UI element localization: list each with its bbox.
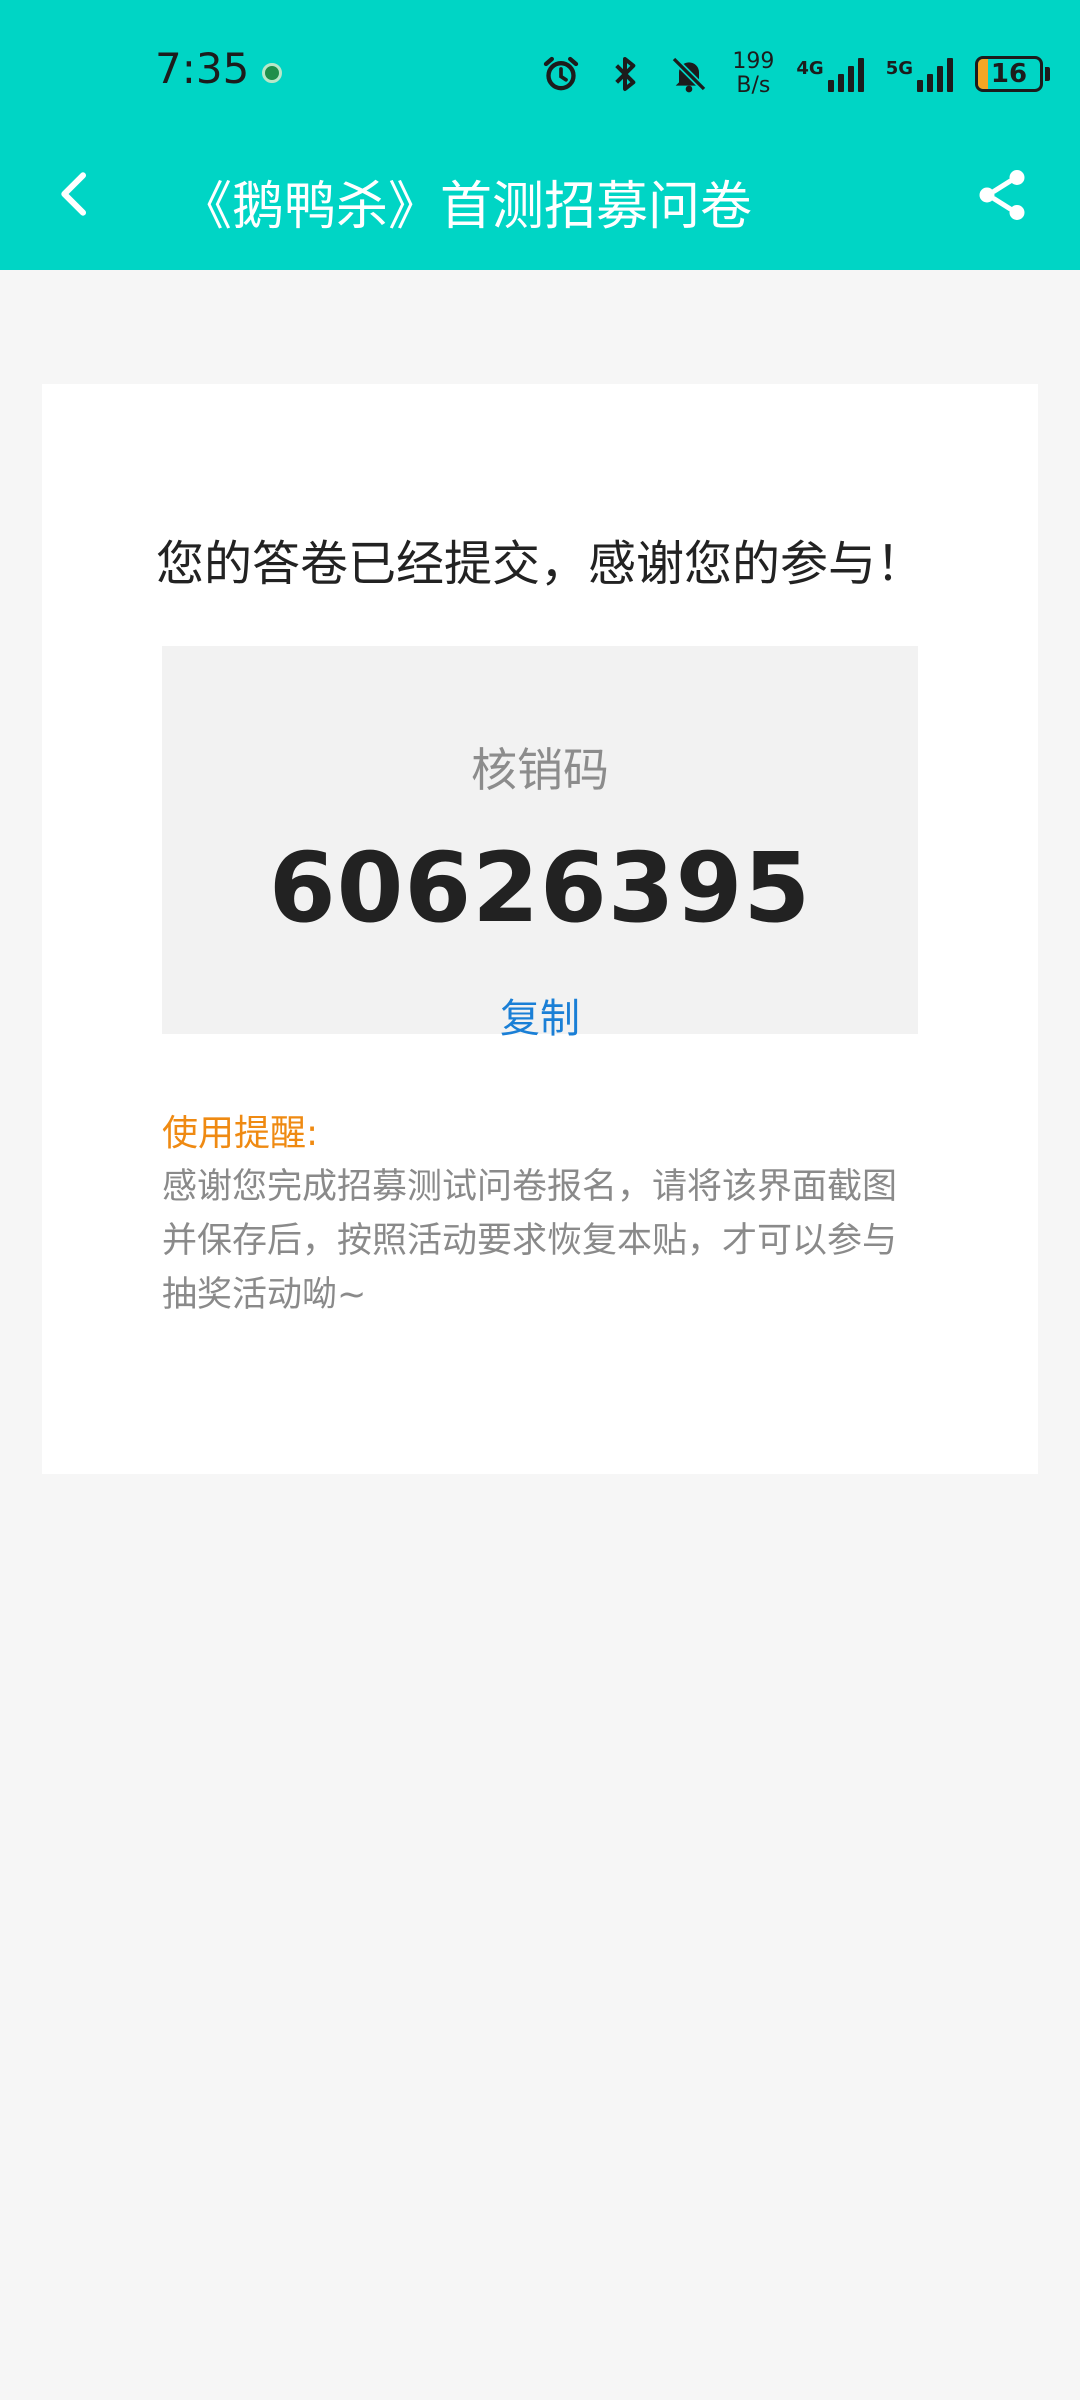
reminder-title: 使用提醒: (162, 1113, 319, 1154)
share-button[interactable] (972, 165, 1032, 225)
code-value: 60626395 (268, 832, 812, 944)
page-title: 《鹅鸭杀》首测招募问卷 (180, 177, 753, 237)
code-label: 核销码 (471, 743, 609, 797)
signal-bars-icon (827, 56, 864, 92)
success-message: 您的答卷已经提交，感谢您的参与！ (156, 536, 925, 592)
signal-4g-label: 4G (796, 58, 824, 79)
network-speed-unit: B/s (736, 73, 771, 98)
status-time: 7:35 (155, 44, 250, 93)
back-button[interactable] (48, 166, 104, 222)
back-icon (61, 172, 87, 216)
redemption-code-box: 核销码 60626395 复制 (162, 646, 918, 1042)
bell-off-icon (668, 53, 710, 95)
battery-fill (978, 59, 988, 89)
copy-button[interactable]: 复制 (162, 986, 918, 1044)
signal-5g: 5G (886, 56, 953, 92)
alarm-icon (540, 53, 582, 95)
status-icons: 199 B/s 4G 5G 16 (540, 44, 1050, 104)
network-speed: 199 B/s (732, 50, 774, 98)
battery-level: 16 (990, 59, 1028, 89)
app-header: 7:35 199 B/s 4G 5G 16 《鹅鸭杀》首测招募问卷 (0, 0, 1080, 270)
reminder-text: 感谢您完成招募测试问卷报名，请将该界面截图并保存后，按照活动要求恢复本贴，才可以… (162, 1167, 898, 1315)
notification-dot-icon (262, 63, 282, 83)
share-icon (979, 170, 1025, 220)
result-card: 您的答卷已经提交，感谢您的参与！ 核销码 60626395 复制 使用提醒: 感… (42, 384, 1038, 1474)
signal-4g: 4G (796, 56, 864, 92)
bluetooth-icon (604, 53, 646, 95)
signal-bars-icon (917, 56, 953, 92)
battery-icon: 16 (975, 56, 1050, 92)
signal-5g-label: 5G (885, 58, 913, 79)
network-speed-value: 199 (732, 49, 775, 74)
